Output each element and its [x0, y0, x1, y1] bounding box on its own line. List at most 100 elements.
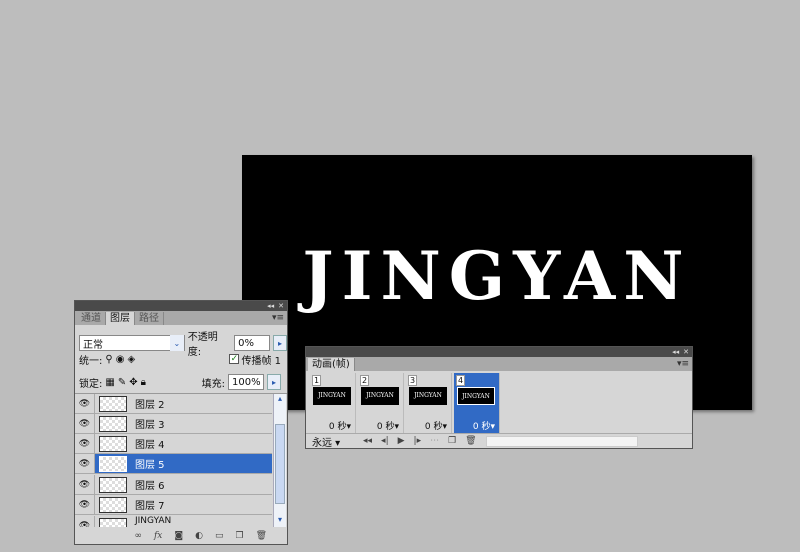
- layer-name: 图层 3: [135, 420, 165, 431]
- unify-visibility-icon[interactable]: ◉: [116, 354, 125, 365]
- link-icon[interactable]: ∞: [134, 531, 142, 541]
- frames-strip: 1 JINGYAN 0 秒▾ 2 JINGYAN 0 秒▾ 3 JINGYAN 0 秒▾ 4…: [310, 373, 690, 433]
- scroll-down-icon[interactable]: ▾: [274, 515, 286, 527]
- eye-icon[interactable]: 👁︎: [75, 394, 95, 413]
- scroll-up-icon[interactable]: ▴: [274, 394, 286, 407]
- fill-input[interactable]: 100%: [228, 374, 264, 390]
- opacity-input[interactable]: 0%: [234, 335, 271, 351]
- frame-delay[interactable]: 0 秒▾: [425, 419, 447, 432]
- layer-name: 图层 7: [135, 501, 165, 512]
- collapse-icon[interactable]: ◂◂: [267, 302, 274, 310]
- new-layer-icon[interactable]: ❐: [235, 531, 243, 541]
- lock-brush-icon[interactable]: ✎: [118, 377, 126, 388]
- frame-number: 2: [360, 375, 370, 386]
- layer-row[interactable]: 👁︎ 图层 2: [75, 394, 272, 414]
- unify-position-icon[interactable]: ⚲: [105, 354, 112, 365]
- frame-thumbnail: JINGYAN: [457, 387, 495, 405]
- panel-titlebar[interactable]: ◂◂ ✕: [75, 301, 287, 311]
- chevron-down-icon: ⌄: [169, 335, 184, 351]
- opacity-slider-button[interactable]: ▸: [273, 335, 287, 351]
- frame-thumbnail: JINGYAN: [361, 387, 399, 405]
- panel-menu-icon[interactable]: ▾≡: [677, 359, 689, 369]
- fill-label: 填充:: [201, 378, 225, 390]
- frame-number: 4: [456, 375, 466, 386]
- eye-icon[interactable]: 👁︎: [75, 414, 95, 433]
- loop-value: 永远: [312, 437, 332, 449]
- frame-selected[interactable]: 4 JINGYAN 0 秒▾: [454, 373, 500, 433]
- tab-animation-frames[interactable]: 动画(帧): [308, 358, 355, 371]
- layers-panel: ◂◂ ✕ 通道 图层 路径 ▾≡ 正常 ⌄ 不透明度: 0% ▸ 统一: ⚲ ◉…: [74, 300, 288, 545]
- layers-scrollbar[interactable]: ▴ ▾: [273, 394, 286, 527]
- layer-name: 图层 5: [135, 460, 165, 471]
- lock-move-icon[interactable]: ✥: [129, 377, 137, 388]
- layer-thumbnail: [99, 395, 127, 412]
- first-frame-icon[interactable]: ◂◂: [363, 436, 372, 446]
- duplicate-frame-icon[interactable]: ❐: [448, 436, 456, 446]
- layer-row-selected[interactable]: 👁︎ 图层 5: [75, 454, 272, 474]
- tab-channels[interactable]: 通道: [77, 312, 106, 325]
- layer-thumbnail: [99, 435, 127, 452]
- panel-menu-icon[interactable]: ▾≡: [272, 313, 284, 323]
- unify-style-icon[interactable]: ◈: [127, 354, 135, 365]
- tab-paths[interactable]: 路径: [135, 312, 164, 325]
- eye-icon[interactable]: 👁︎: [75, 475, 95, 494]
- collapse-icon[interactable]: ◂◂: [672, 348, 679, 356]
- loop-select[interactable]: 永远 ▾: [312, 434, 354, 449]
- layer-row[interactable]: 👁︎ 图层 3: [75, 414, 272, 434]
- close-icon[interactable]: ✕: [683, 348, 689, 356]
- frame[interactable]: 3 JINGYAN 0 秒▾: [406, 373, 452, 433]
- close-icon[interactable]: ✕: [278, 302, 284, 310]
- layer-thumbnail: [99, 455, 127, 472]
- propagate-checkbox[interactable]: ✓: [229, 354, 240, 364]
- trash-icon[interactable]: 🗑︎: [256, 531, 267, 541]
- eye-icon[interactable]: 👁︎: [75, 516, 95, 527]
- lock-all-icon[interactable]: 🔒︎: [141, 377, 146, 388]
- frame-delay[interactable]: 0 秒▾: [377, 419, 399, 432]
- frame-thumbnail: JINGYAN: [409, 387, 447, 405]
- tween-icon[interactable]: ⋯: [430, 436, 439, 446]
- scroll-thumb[interactable]: [275, 424, 285, 504]
- layer-thumbnail: [99, 476, 127, 493]
- layer-thumbnail: [99, 415, 127, 432]
- prev-frame-icon[interactable]: ◂|: [381, 436, 389, 446]
- tab-layers[interactable]: 图层: [106, 312, 135, 325]
- layer-row[interactable]: 👁︎ 图层 4: [75, 434, 272, 454]
- frame[interactable]: 2 JINGYAN 0 秒▾: [358, 373, 404, 433]
- layer-row[interactable]: 👁︎ 图层 7: [75, 495, 272, 515]
- mask-icon[interactable]: ◙: [174, 531, 183, 541]
- fx-icon[interactable]: fx: [154, 531, 162, 541]
- eye-icon[interactable]: 👁︎: [75, 495, 95, 514]
- eye-icon[interactable]: 👁︎: [75, 434, 95, 453]
- adjustment-icon[interactable]: ◐: [195, 531, 203, 541]
- layer-name: 图层 6: [135, 481, 165, 492]
- layer-row[interactable]: 👁︎ 图层 6: [75, 475, 272, 495]
- panel-titlebar[interactable]: ◂◂ ✕: [306, 347, 692, 357]
- frame-delay[interactable]: 0 秒▾: [329, 419, 351, 432]
- frames-scrollbar[interactable]: [485, 435, 638, 447]
- frame-delay[interactable]: 0 秒▾: [473, 419, 495, 432]
- unify-label: 统一:: [79, 355, 103, 367]
- propagate-label: 传播帧 1: [241, 355, 281, 367]
- frame-thumbnail: JINGYAN: [313, 387, 351, 405]
- lock-label: 锁定:: [79, 378, 103, 390]
- layer-name: 图层 4: [135, 440, 165, 451]
- layer-thumbnail: [99, 518, 127, 527]
- fill-value: 100%: [232, 376, 261, 388]
- next-frame-icon[interactable]: |▸: [414, 436, 422, 446]
- lock-transparent-icon[interactable]: ▦: [105, 377, 114, 388]
- eye-icon[interactable]: 👁︎: [75, 454, 95, 473]
- layer-thumbnail: [99, 496, 127, 513]
- group-icon[interactable]: ▭: [215, 531, 224, 541]
- frame[interactable]: 1 JINGYAN 0 秒▾: [310, 373, 356, 433]
- layer-row[interactable]: 👁︎ JINGYAN: [75, 516, 272, 527]
- opacity-value: 0%: [238, 337, 254, 349]
- frame-number: 3: [408, 375, 418, 386]
- trash-icon[interactable]: 🗑︎: [465, 436, 476, 446]
- fill-slider-button[interactable]: ▸: [267, 374, 281, 390]
- frame-number: 1: [312, 375, 322, 386]
- canvas-text: JINGYAN: [302, 237, 692, 315]
- blend-mode-select[interactable]: 正常 ⌄: [79, 335, 185, 351]
- play-icon[interactable]: ▶: [398, 436, 405, 446]
- layers-list: 👁︎ 图层 2 👁︎ 图层 3 👁︎ 图层 4 👁︎ 图层 5 👁︎ 图层 6 👁︎ 图层 …: [75, 393, 287, 527]
- animation-panel: ◂◂ ✕ 动画(帧) ▾≡ 1 JINGYAN 0 秒▾ 2 JINGYAN 0 秒▾ …: [305, 346, 693, 449]
